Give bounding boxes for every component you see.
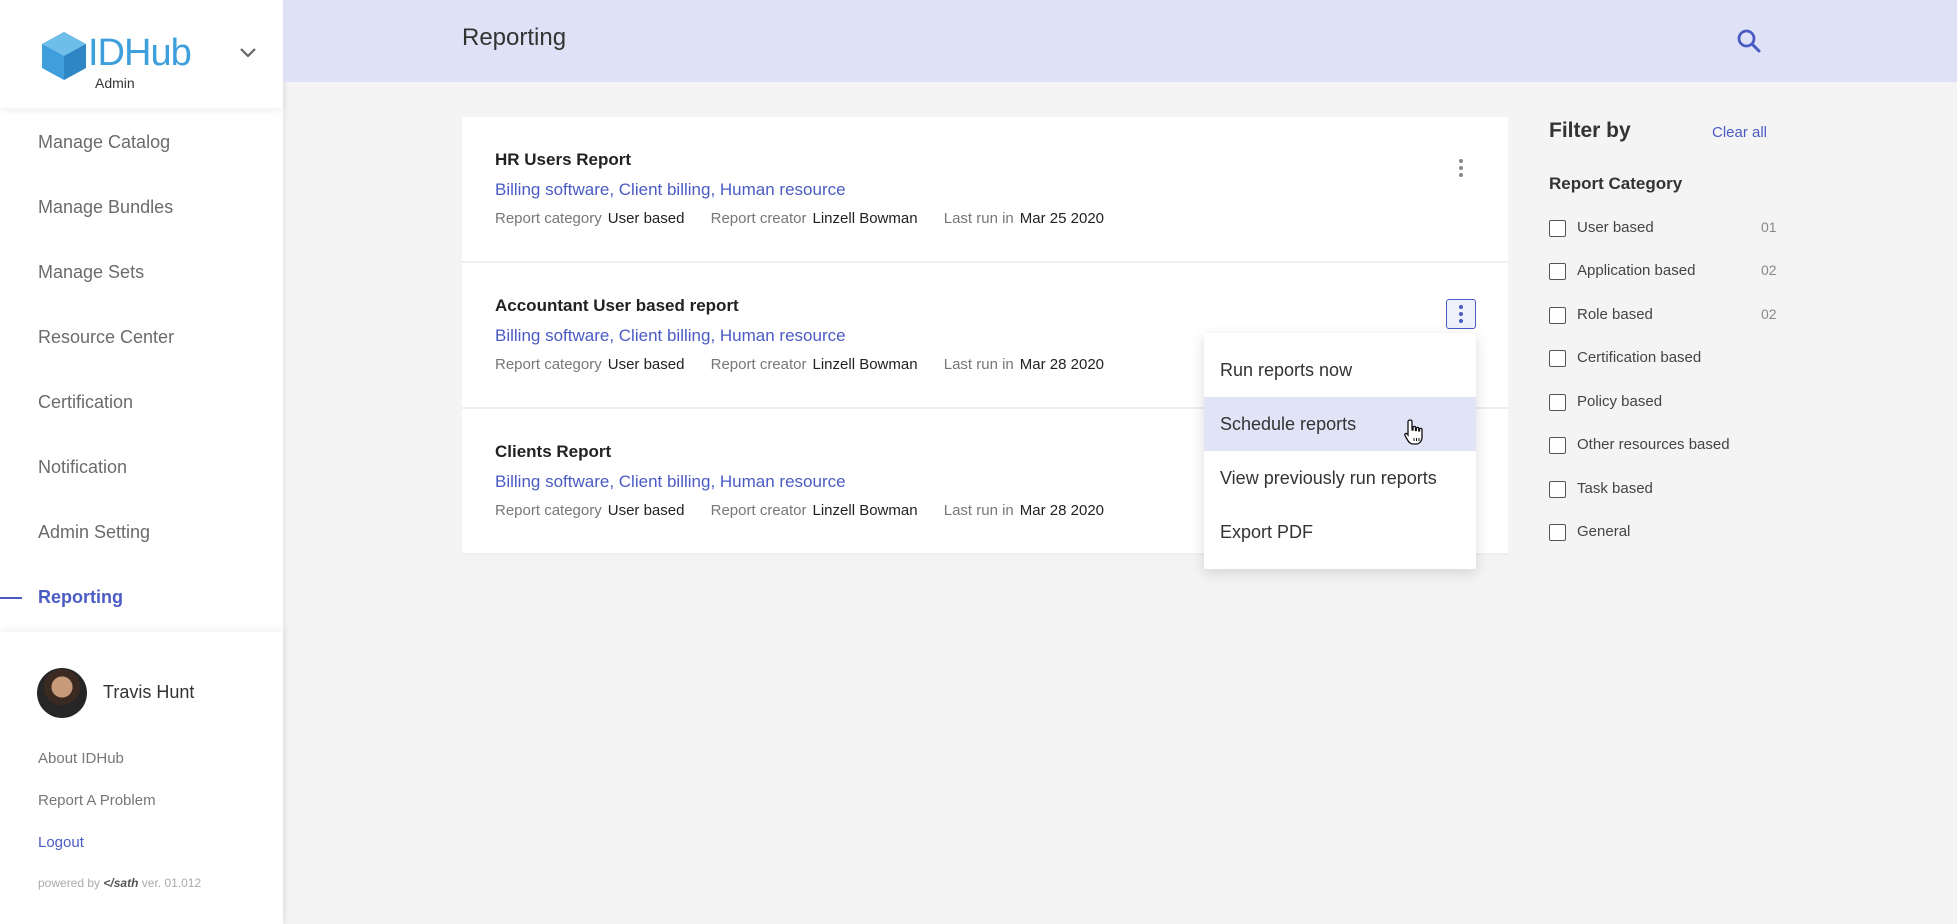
powered-brand: sath [113,876,139,890]
filter-option-task-based[interactable]: Task based [1549,479,1789,501]
checkbox[interactable] [1549,263,1566,280]
filter-option-count: 02 [1761,262,1777,278]
checkbox[interactable] [1549,524,1566,541]
sidebar-item-notification[interactable]: Notification [0,435,283,500]
sidebar-item-admin-setting[interactable]: Admin Setting [0,500,283,565]
sidebar: IDHub Admin Manage Catalog Manage Bundle… [0,0,283,924]
report-tag[interactable]: Client billing [619,472,711,491]
view-previous-reports-item[interactable]: View previously run reports [1204,451,1476,505]
sidebar-nav: Manage Catalog Manage Bundles Manage Set… [0,110,283,630]
version-text: ver. 01.012 [141,876,202,890]
report-problem-link[interactable]: Report A Problem [38,792,156,809]
filter-option-label: General [1577,523,1631,540]
filter-option-certification-based[interactable]: Certification based [1549,348,1789,370]
powered-prefix: powered by [38,876,101,890]
filter-option-label: Policy based [1577,393,1663,410]
checkbox[interactable] [1549,220,1566,237]
chevron-down-icon[interactable] [238,46,258,60]
last-run-label: Last run in [943,210,1014,227]
report-tag[interactable]: Billing software [495,326,609,345]
report-tags: Billing software, Client billing, Human … [495,180,846,199]
filter-title: Filter by [1549,119,1631,142]
report-meta: Report category User based Report creator… [495,210,1508,227]
user-name[interactable]: Travis Hunt [103,682,194,703]
filter-option-label: Other resources based [1577,436,1730,453]
category-value: User based [607,502,685,519]
logout-link[interactable]: Logout [38,834,84,851]
creator-label: Report creator [710,502,807,519]
report-card[interactable]: HR Users Report Billing software, Client… [462,117,1508,263]
filter-option-label: Task based [1577,480,1653,497]
report-title[interactable]: HR Users Report [495,150,1508,170]
checkbox[interactable] [1549,481,1566,498]
run-reports-now-item[interactable]: Run reports now [1204,343,1476,397]
sidebar-item-manage-sets[interactable]: Manage Sets [0,240,283,305]
last-run-value: Mar 25 2020 [1019,210,1105,227]
sidebar-item-certification[interactable]: Certification [0,370,283,435]
sidebar-item-manage-bundles[interactable]: Manage Bundles [0,175,283,240]
more-options-icon[interactable] [1446,299,1476,329]
schedule-reports-item[interactable]: Schedule reports [1204,397,1476,451]
report-tag[interactable]: Human resource [720,180,846,199]
report-tag[interactable]: Human resource [720,472,846,491]
profile-panel: Travis Hunt About IDHub Report A Problem… [0,632,283,924]
sidebar-item-manage-catalog[interactable]: Manage Catalog [0,110,283,175]
report-tag[interactable]: Client billing [619,326,711,345]
category-label: Report category [495,356,602,373]
report-title[interactable]: Accountant User based report [495,296,1508,316]
filter-option-count: 01 [1761,219,1777,235]
creator-value: Linzell Bowman [812,356,918,373]
brand-subtitle: Admin [95,75,135,91]
more-options-icon[interactable] [1446,153,1476,183]
about-link[interactable]: About IDHub [38,750,124,767]
filter-option-label: User based [1577,219,1654,236]
category-label: Report category [495,502,602,519]
top-header: Reporting [283,0,1957,82]
sath-logo: </sath [103,876,139,890]
last-run-label: Last run in [943,356,1014,373]
report-tag[interactable]: Human resource [720,326,846,345]
hand-cursor-icon [1404,419,1423,445]
last-run-value: Mar 28 2020 [1019,356,1105,373]
brand-name: IDHub [88,32,192,74]
report-category-title: Report Category [1549,174,1683,193]
report-tag[interactable]: Billing software [495,472,609,491]
last-run-value: Mar 28 2020 [1019,502,1105,519]
checkbox[interactable] [1549,394,1566,411]
powered-by: powered by </sath ver. 01.012 [38,876,201,890]
filter-option-general[interactable]: General [1549,522,1789,544]
brand-header: IDHub Admin [0,0,283,108]
search-icon[interactable] [1736,28,1762,54]
report-actions-menu: Run reports now Schedule reports View pr… [1204,333,1476,569]
idhub-logo-icon [42,32,86,80]
category-value: User based [607,356,685,373]
filter-option-label: Role based [1577,306,1653,323]
checkbox[interactable] [1549,437,1566,454]
avatar[interactable] [37,668,87,718]
sidebar-item-resource-center[interactable]: Resource Center [0,305,283,370]
creator-label: Report creator [710,356,807,373]
sidebar-item-reporting[interactable]: Reporting [0,565,283,630]
report-tag[interactable]: Billing software [495,180,609,199]
checkbox[interactable] [1549,307,1566,324]
clear-all-link[interactable]: Clear all [1712,124,1767,141]
export-pdf-item[interactable]: Export PDF [1204,505,1476,559]
filter-option-label: Application based [1577,262,1696,279]
creator-label: Report creator [710,210,807,227]
report-tag[interactable]: Client billing [619,180,711,199]
creator-value: Linzell Bowman [812,502,918,519]
filter-option-policy-based[interactable]: Policy based [1549,392,1789,414]
filter-option-count: 02 [1761,306,1777,322]
filter-option-application-based[interactable]: Application based 02 [1549,261,1789,283]
page-title: Reporting [462,24,567,51]
category-value: User based [607,210,685,227]
filter-option-label: Certification based [1577,349,1702,366]
filter-option-other-resources-based[interactable]: Other resources based [1549,435,1789,457]
filter-option-user-based[interactable]: User based 01 [1549,218,1789,240]
filter-option-role-based[interactable]: Role based 02 [1549,305,1789,327]
creator-value: Linzell Bowman [812,210,918,227]
category-label: Report category [495,210,602,227]
checkbox[interactable] [1549,350,1566,367]
last-run-label: Last run in [943,502,1014,519]
